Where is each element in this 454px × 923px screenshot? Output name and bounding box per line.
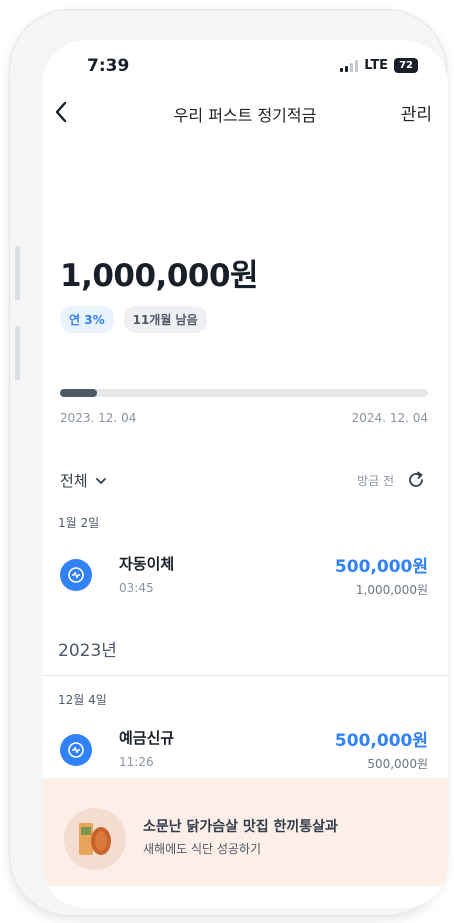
transaction-balance: 500,000원 bbox=[367, 757, 428, 771]
volume-up-button bbox=[15, 246, 20, 300]
divider bbox=[42, 675, 448, 676]
last-updated-label: 방금 전 bbox=[357, 473, 394, 488]
section-date-header: 12월 4일 bbox=[58, 693, 107, 707]
transaction-time: 03:45 bbox=[119, 581, 154, 595]
transaction-title: 자동이체 bbox=[119, 555, 175, 573]
volume-down-button bbox=[15, 326, 20, 380]
phone-frame: 7:39 LTE 72 우리 퍼스트 정기적금 관리 1,000,000원 연 … bbox=[10, 10, 448, 915]
transaction-time: 11:26 bbox=[119, 755, 154, 769]
transfer-icon bbox=[60, 734, 92, 766]
remaining-period-badge: 11개월 남음 bbox=[123, 306, 207, 333]
year-header: 2023년 bbox=[58, 641, 117, 661]
start-date: 2023. 12. 04 bbox=[60, 411, 137, 425]
status-indicators: LTE 72 bbox=[340, 58, 418, 73]
transaction-amount: 500,000원 bbox=[334, 731, 428, 751]
progress-bar bbox=[60, 389, 428, 397]
progress-fill bbox=[60, 389, 97, 397]
refresh-icon[interactable] bbox=[406, 470, 426, 490]
refresh-control[interactable]: 방금 전 bbox=[357, 470, 426, 490]
promo-product-image bbox=[64, 808, 126, 870]
transaction-title: 예금신규 bbox=[119, 729, 175, 747]
network-label: LTE bbox=[364, 58, 389, 73]
battery-icon: 72 bbox=[394, 58, 418, 73]
manage-button[interactable]: 관리 bbox=[401, 100, 432, 125]
section-date-header: 1월 2일 bbox=[58, 516, 100, 530]
promo-banner[interactable]: 소문난 닭가슴살 맛집 한끼통살과 새해에도 식단 성공하기 bbox=[42, 778, 448, 886]
transaction-balance: 1,000,000원 bbox=[355, 583, 428, 597]
balance-amount: 1,000,000원 bbox=[60, 258, 259, 294]
status-time: 7:39 bbox=[87, 56, 130, 76]
filter-dropdown[interactable]: 전체 bbox=[60, 470, 108, 491]
page-title: 우리 퍼스트 정기적금 bbox=[173, 106, 317, 125]
interest-rate-badge: 연 3% bbox=[60, 306, 114, 333]
promo-subtitle: 새해에도 식단 성공하기 bbox=[143, 842, 262, 856]
end-date: 2024. 12. 04 bbox=[351, 411, 428, 425]
filter-label: 전체 bbox=[60, 472, 88, 490]
transaction-amount: 500,000원 bbox=[334, 557, 428, 577]
transfer-icon bbox=[60, 559, 92, 591]
promo-title: 소문난 닭가슴살 맛집 한끼통살과 bbox=[143, 819, 338, 835]
chevron-down-icon bbox=[95, 477, 106, 484]
app-screen: 7:39 LTE 72 우리 퍼스트 정기적금 관리 1,000,000원 연 … bbox=[42, 40, 448, 908]
chicken-breast-package-icon bbox=[79, 823, 111, 855]
badge-row: 연 3% 11개월 남음 bbox=[60, 306, 207, 333]
signal-icon bbox=[340, 59, 359, 72]
